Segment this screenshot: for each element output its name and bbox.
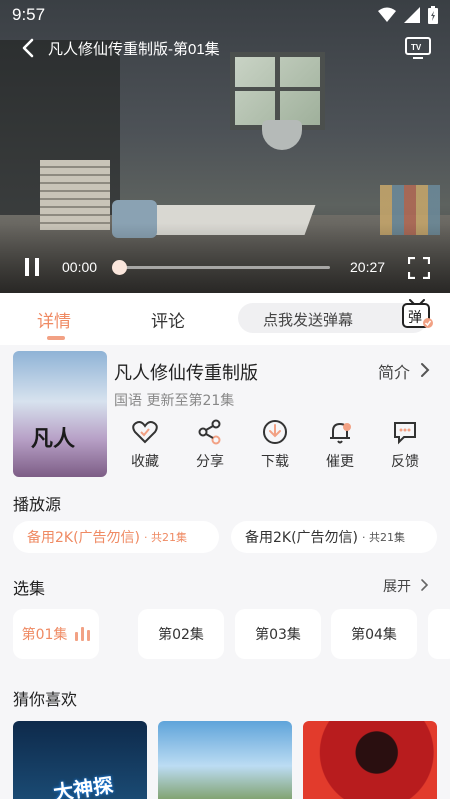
show-subtitle: 国语 更新至第21集: [114, 393, 235, 409]
share-icon: [198, 419, 221, 445]
expand-episodes-button[interactable]: 展开: [383, 576, 411, 596]
cast-button[interactable]: TV: [404, 36, 432, 60]
episode-item-04[interactable]: 第04集: [331, 609, 417, 659]
tab-detail[interactable]: 详情: [37, 307, 71, 332]
episode-label: 第01集: [21, 627, 68, 643]
recommend-section-title: 猜你喜欢: [13, 692, 78, 709]
episode-label: 第03集: [255, 627, 301, 643]
source-count: · 共21集: [144, 531, 188, 544]
detail-tabs: 详情 评论 点我发送弹幕 弹: [0, 293, 450, 345]
video-frame-window: [230, 52, 325, 130]
intro-link[interactable]: 简介: [378, 359, 410, 383]
signal-icon: [404, 7, 420, 23]
source-option-2[interactable]: 备用2K(广告勿信) · 共21集: [231, 521, 437, 553]
player-controls: 00:00 20:27: [0, 253, 450, 283]
video-frame-lamp: [262, 120, 302, 150]
active-tab-indicator: [47, 336, 65, 340]
show-poster[interactable]: 凡人: [13, 351, 107, 477]
action-label: 反馈: [391, 454, 419, 470]
episode-item-02[interactable]: 第02集: [138, 609, 224, 659]
action-label: 分享: [196, 454, 224, 470]
poster-title: 凡人: [31, 426, 76, 452]
player-top-bar: 凡人修仙传重制版-第01集 TV: [0, 33, 450, 63]
source-label: 备用2K(广告勿信): [27, 530, 141, 546]
tab-comments[interactable]: 评论: [151, 307, 185, 332]
action-label: 收藏: [131, 454, 159, 470]
download-button[interactable]: 下载: [245, 419, 305, 479]
action-label: 下载: [261, 454, 289, 470]
download-icon: [263, 420, 287, 444]
video-frame-books: [40, 160, 110, 230]
feedback-icon: [394, 422, 416, 445]
source-count: · 共21集: [362, 531, 406, 544]
danmu-icon: 弹: [402, 299, 433, 328]
heart-icon: [132, 421, 158, 444]
playing-indicator-icon: [75, 627, 91, 641]
show-title: 凡人修仙传重制版: [114, 363, 258, 383]
fullscreen-button[interactable]: [407, 256, 431, 280]
tv-cast-icon: TV: [405, 37, 431, 59]
pause-button[interactable]: [22, 257, 42, 277]
battery-icon: [428, 6, 438, 24]
video-title: 凡人修仙传重制版-第01集: [48, 40, 220, 58]
bell-icon: [330, 422, 351, 444]
episode-label: 第04集: [351, 627, 397, 643]
favorite-button[interactable]: 收藏: [115, 419, 175, 479]
pause-icon: [25, 258, 39, 276]
duration-time: 20:27: [350, 259, 386, 275]
danmu-toggle-button[interactable]: 弹: [400, 299, 434, 331]
wifi-icon: [378, 7, 396, 22]
feedback-button[interactable]: 反馈: [375, 419, 435, 479]
episode-item-03[interactable]: 第03集: [235, 609, 321, 659]
source-section-title: 播放源: [13, 497, 62, 514]
recommend-card-overlay: 大神探: [51, 772, 115, 799]
danmu-placeholder: 点我发送弹幕: [263, 311, 354, 329]
video-detail-screen: 9:57 凡人修仙传重制版-第01集 TV 00:00 20:27 详情 评论 …: [0, 0, 450, 799]
svg-text:弹: 弹: [408, 310, 422, 326]
status-icons: [378, 6, 438, 24]
source-option-1[interactable]: 备用2K(广告勿信) · 共21集: [13, 521, 219, 553]
recommend-card-1[interactable]: 大神探: [13, 721, 147, 799]
fullscreen-icon: [407, 256, 431, 280]
status-time: 9:57: [12, 5, 46, 24]
current-time: 00:00: [62, 259, 98, 275]
status-bar: 9:57: [0, 0, 450, 30]
episode-item-more[interactable]: [428, 609, 450, 659]
share-button[interactable]: 分享: [180, 419, 240, 479]
episode-label: 第02集: [158, 627, 204, 643]
detail-content: 详情 评论 点我发送弹幕 弹 凡人 凡人修仙传重制版 国语 更新至第21集 简介: [0, 293, 450, 799]
back-button[interactable]: [8, 33, 48, 63]
svg-text:TV: TV: [411, 43, 422, 52]
video-player[interactable]: 9:57 凡人修仙传重制版-第01集 TV 00:00 20:27: [0, 0, 450, 293]
action-row: 收藏 分享 下载 催更 反馈: [114, 419, 444, 479]
action-label: 催更: [326, 454, 354, 470]
remind-update-button[interactable]: 催更: [310, 419, 370, 479]
progress-track[interactable]: [118, 266, 330, 269]
recommend-card-3[interactable]: [303, 721, 437, 799]
recommend-card-2[interactable]: [158, 721, 292, 799]
chevron-right-icon[interactable]: [418, 362, 432, 378]
source-label: 备用2K(广告勿信): [245, 530, 359, 546]
progress-knob[interactable]: [112, 260, 127, 275]
episode-section-title: 选集: [13, 581, 46, 598]
episode-item-01[interactable]: 第01集: [13, 609, 99, 659]
chevron-right-icon[interactable]: [420, 578, 430, 592]
chevron-left-icon: [22, 38, 34, 58]
